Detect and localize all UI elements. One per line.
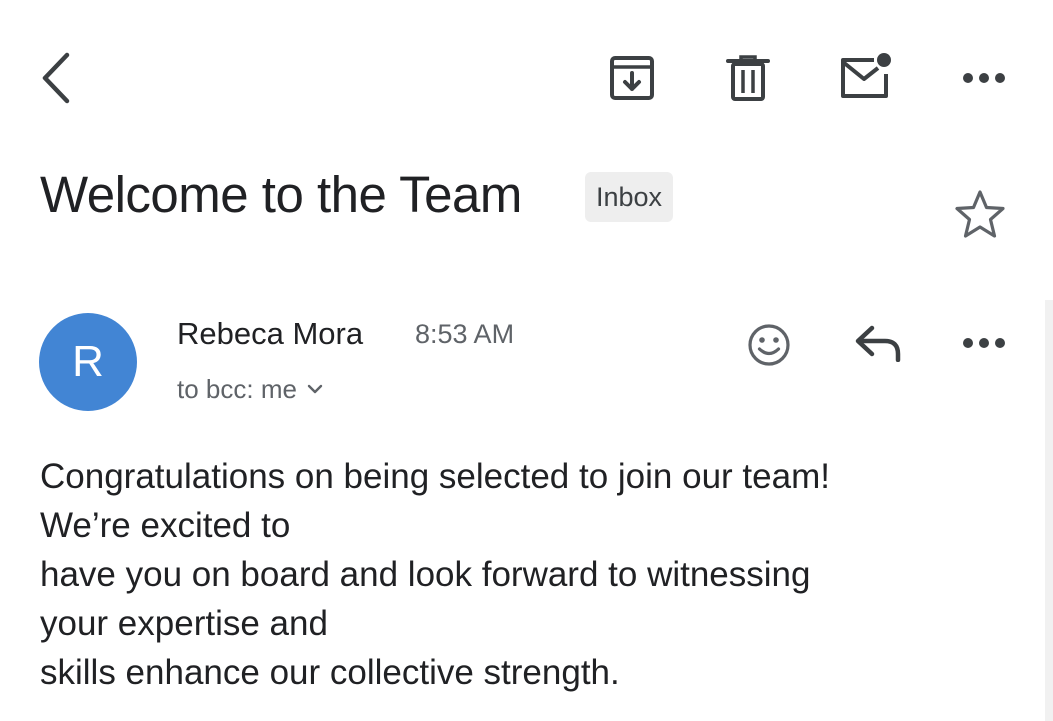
back-button[interactable] — [30, 48, 82, 108]
star-button[interactable] — [950, 184, 1010, 244]
archive-icon — [609, 55, 655, 101]
recipient-text: to bcc: me — [177, 374, 297, 404]
email-body: Congratulations on being selected to joi… — [40, 457, 830, 692]
reply-button[interactable] — [848, 318, 908, 368]
reply-icon — [853, 324, 903, 362]
sender-name: Rebeca Mora — [177, 316, 364, 351]
message-more-button[interactable] — [956, 325, 1012, 361]
scroll-edge — [1045, 300, 1053, 721]
more-horizontal-icon — [962, 72, 1006, 84]
mark-unread-button[interactable] — [836, 48, 896, 104]
delete-button[interactable] — [720, 52, 776, 104]
email-subject: Welcome to the Team — [40, 166, 522, 223]
top-toolbar — [0, 0, 1053, 150]
chevron-down-icon — [307, 383, 323, 395]
react-emoji-button[interactable] — [740, 316, 798, 374]
star-icon — [954, 189, 1006, 239]
archive-button[interactable] — [604, 52, 660, 104]
mark-unread-icon — [838, 50, 894, 102]
sender-avatar[interactable]: R — [39, 313, 137, 411]
recipient-details-toggle[interactable]: to bcc: me — [177, 372, 323, 406]
email-time: 8:53 AM — [415, 319, 515, 349]
chevron-left-icon — [39, 52, 73, 104]
trash-icon — [726, 54, 770, 102]
more-horizontal-icon — [962, 337, 1006, 349]
more-options-button[interactable] — [956, 60, 1012, 96]
smiley-icon — [747, 323, 791, 367]
inbox-label-chip[interactable]: Inbox — [585, 172, 674, 222]
